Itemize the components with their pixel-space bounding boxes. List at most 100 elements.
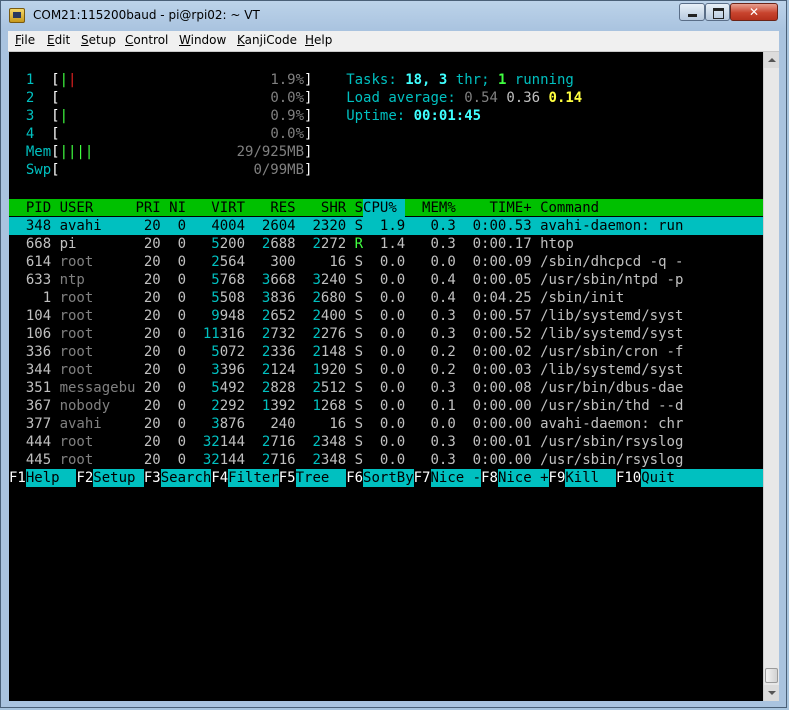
process-user: avahi: [59, 218, 102, 234]
maximize-button[interactable]: [705, 3, 730, 21]
column-header-user[interactable]: USER: [60, 199, 94, 217]
process-mem: 0.0: [430, 416, 456, 432]
process-cmd: /usr/sbin/ntpd -p: [540, 272, 684, 288]
fkey-f2-label[interactable]: Setup: [93, 469, 144, 487]
process-mem: 0.3: [430, 308, 456, 324]
meter-bracket-open: [: [51, 162, 60, 178]
function-key-bar-fill: [691, 469, 763, 487]
menu-item-help[interactable]: Help: [305, 33, 332, 47]
column-header-ni[interactable]: NI: [161, 199, 186, 217]
column-header-shr[interactable]: SHR: [304, 199, 346, 217]
uptime-label: Uptime:: [346, 108, 406, 124]
fkey-f5-label[interactable]: Tree: [295, 469, 347, 487]
process-res: 240: [270, 416, 296, 432]
process-mem: 0.4: [430, 290, 456, 306]
process-s: S: [354, 272, 364, 288]
scroll-up-arrow-icon[interactable]: [764, 52, 779, 68]
menu-label: ile: [21, 33, 36, 47]
menu-item-edit[interactable]: Edit: [47, 33, 70, 47]
process-virt: 11316: [202, 326, 246, 342]
column-header-pri[interactable]: PRI: [135, 199, 160, 217]
column-header-s[interactable]: S: [355, 199, 363, 217]
swp-meter-label: Swp: [25, 162, 52, 178]
process-row[interactable]: 367 nobody 20 0 2292 1392 1268 S 0.0 0.1 0:00.00/u…: [9, 397, 763, 415]
menu-accelerator: E: [47, 33, 55, 47]
process-pri: 20: [143, 344, 161, 360]
fkey-f9-key[interactable]: F9: [549, 469, 566, 487]
terminal-screen[interactable]: 1[|| 1.9%] Tasks: 18, 3 thr; 1 running 2[0.0%] Lo…: [9, 52, 763, 701]
fkey-f5-key[interactable]: F5: [279, 469, 296, 487]
teraterm-app-icon[interactable]: [9, 8, 25, 23]
close-button[interactable]: [730, 3, 778, 21]
process-user: root: [59, 452, 94, 468]
title-bar[interactable]: COM21:115200baud - pi@rpi02: ~ VT: [1, 1, 786, 31]
menu-item-setup[interactable]: Setup: [81, 33, 116, 47]
column-header-virt[interactable]: VIRT: [203, 199, 245, 217]
menu-item-control[interactable]: Control: [125, 33, 168, 47]
column-header-time[interactable]: TIME+: [481, 199, 532, 217]
process-row[interactable]: 336 root 20 0 5072 2336 2148 S 0.0 0.2 0:00.02/usr…: [9, 343, 763, 361]
process-row[interactable]: 1 root 20 0 5508 3836 2680 S 0.0 0.4 0:04.25/sbin/…: [9, 289, 763, 307]
process-user: root: [59, 362, 94, 378]
process-row[interactable]: 377 avahi 20 0 3876 240 16 S 0.0 0.0 0:00.00 avahi-…: [9, 415, 763, 433]
process-shr: 2400: [312, 308, 347, 324]
process-pri: 20: [143, 326, 161, 342]
process-pri: 20: [143, 380, 161, 396]
column-header-pid[interactable]: PID: [9, 199, 51, 217]
column-header-cpu[interactable]: CPU%: [363, 199, 406, 217]
process-pid: 668: [25, 236, 52, 252]
process-row[interactable]: 444 root 20 0 32144 2716 2348 S 0.0 0.3 0:00.01/us…: [9, 433, 763, 451]
column-header-res[interactable]: RES: [253, 199, 295, 217]
fkey-f7-label[interactable]: Nice -: [430, 469, 482, 487]
scroll-thumb[interactable]: [765, 668, 778, 683]
process-row[interactable]: 344 root 20 0 3396 2124 1920 S 0.0 0.2 0:00.03/lib…: [9, 361, 763, 379]
vertical-scrollbar[interactable]: [763, 52, 779, 701]
swp-meter-value: 0/99MB: [253, 162, 305, 178]
process-virt: 5200: [211, 236, 246, 252]
process-mem: 0.3: [430, 218, 456, 234]
fkey-f1-key[interactable]: F1: [9, 469, 26, 487]
fkey-f6-label[interactable]: SortBy: [363, 469, 414, 487]
fkey-f4-key[interactable]: F4: [211, 469, 228, 487]
column-header-command[interactable]: Command: [540, 199, 599, 217]
process-ni: 0: [177, 254, 187, 270]
fkey-f8-label[interactable]: Nice +: [497, 469, 549, 487]
fkey-f6-key[interactable]: F6: [346, 469, 363, 487]
fkey-f3-label[interactable]: Search: [160, 469, 212, 487]
fkey-f8-key[interactable]: F8: [481, 469, 498, 487]
process-pri: 20: [143, 236, 161, 252]
fkey-f4-label[interactable]: Filter: [228, 469, 279, 487]
process-row[interactable]: 351 messagebu 20 0 5492 2828 2512 S 0.0 0.3 0:00.0…: [9, 379, 763, 397]
menu-item-kanjicode[interactable]: KanjiCode: [237, 33, 297, 47]
process-row[interactable]: 668 pi 20 0 5200 2688 2272 R 1.4 0.3 0:00.17 htop: [9, 235, 763, 253]
cpu-meter-bar: |: [59, 108, 69, 124]
process-pid: 348: [25, 218, 52, 234]
process-row[interactable]: 633 ntp 20 0 5768 3668 3240 S 0.0 0.4 0:00.05/usr/…: [9, 271, 763, 289]
process-row[interactable]: 614 root 20 0 2564 300 16 S 0.0 0.0 0:00.09/sbin/d…: [9, 253, 763, 271]
process-row[interactable]: 348 avahi 20 0 4004 2604 2320 S 1.9 0.3 0:00.53 ava…: [9, 217, 763, 235]
cpu-meter-id: 2: [25, 90, 35, 106]
process-shr: 2148: [312, 344, 347, 360]
process-user: root: [59, 290, 94, 306]
column-header-mem[interactable]: MEM%: [414, 199, 456, 217]
process-row[interactable]: 104 root 20 0 9948 2652 2400 S 0.0 0.3 0:00.57/lib…: [9, 307, 763, 325]
scroll-down-arrow-icon[interactable]: [764, 685, 779, 701]
fkey-f7-key[interactable]: F7: [414, 469, 431, 487]
minimize-button[interactable]: [679, 3, 705, 21]
fkey-f3-key[interactable]: F3: [144, 469, 161, 487]
fkey-f1-label[interactable]: Help: [25, 469, 77, 487]
fkey-f10-key[interactable]: F10: [616, 469, 641, 487]
menu-item-window[interactable]: Window: [179, 33, 226, 47]
process-s: S: [354, 362, 364, 378]
process-cpu: 0.0: [379, 344, 406, 360]
process-row[interactable]: 106 root 20 0 11316 2732 2276 S 0.0 0.3 0:00.52/li…: [9, 325, 763, 343]
menu-item-file[interactable]: File: [15, 33, 35, 47]
cpu-meter-3: 3 [| 0.9%] Uptime: 00:01:45: [9, 107, 763, 125]
fkey-f9-label[interactable]: Kill: [565, 469, 616, 487]
fkey-f10-label[interactable]: Quit: [641, 469, 692, 487]
fkey-f2-key[interactable]: F2: [76, 469, 93, 487]
menu-accelerator: K: [237, 33, 245, 47]
meter-bracket-open: [: [51, 90, 60, 106]
resize-grip[interactable]: [763, 701, 779, 709]
process-row[interactable]: 445 root 20 0 32144 2716 2348 S 0.0 0.3 0:00.00/us…: [9, 451, 763, 469]
